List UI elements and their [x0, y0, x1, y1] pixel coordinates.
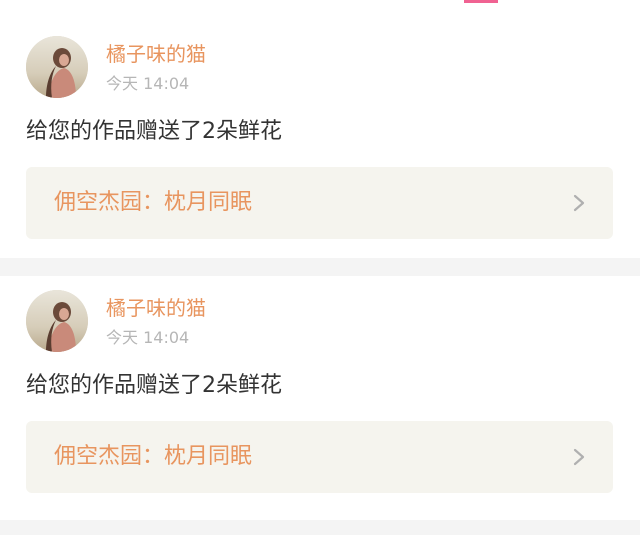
avatar[interactable]: [26, 290, 88, 352]
card-divider: [0, 520, 640, 535]
work-link[interactable]: 佣空杰园：枕月同眠: [26, 421, 613, 493]
work-link[interactable]: 佣空杰园：枕月同眠: [26, 167, 613, 239]
username[interactable]: 橘子味的猫: [106, 296, 206, 320]
notification-message: 给您的作品赠送了2朵鲜花: [26, 373, 282, 398]
work-title: 佣空杰园：枕月同眠: [54, 444, 253, 469]
chevron-right-icon: [573, 194, 585, 212]
timestamp: 今天 14:04: [106, 74, 190, 93]
notification-card: 橘子味的猫 今天 14:04 给您的作品赠送了2朵鲜花 佣空杰园：枕月同眠: [0, 276, 640, 520]
avatar[interactable]: [26, 36, 88, 98]
avatar-photo-icon: [26, 36, 88, 98]
username[interactable]: 橘子味的猫: [106, 42, 206, 66]
card-divider: [0, 258, 640, 276]
chevron-right-icon: [573, 448, 585, 466]
work-title: 佣空杰园：枕月同眠: [54, 190, 253, 215]
active-tab-indicator: [464, 0, 498, 3]
notification-card: 橘子味的猫 今天 14:04 给您的作品赠送了2朵鲜花 佣空杰园：枕月同眠: [0, 22, 640, 258]
notification-message: 给您的作品赠送了2朵鲜花: [26, 119, 282, 144]
timestamp: 今天 14:04: [106, 328, 190, 347]
avatar-photo-icon: [26, 290, 88, 352]
